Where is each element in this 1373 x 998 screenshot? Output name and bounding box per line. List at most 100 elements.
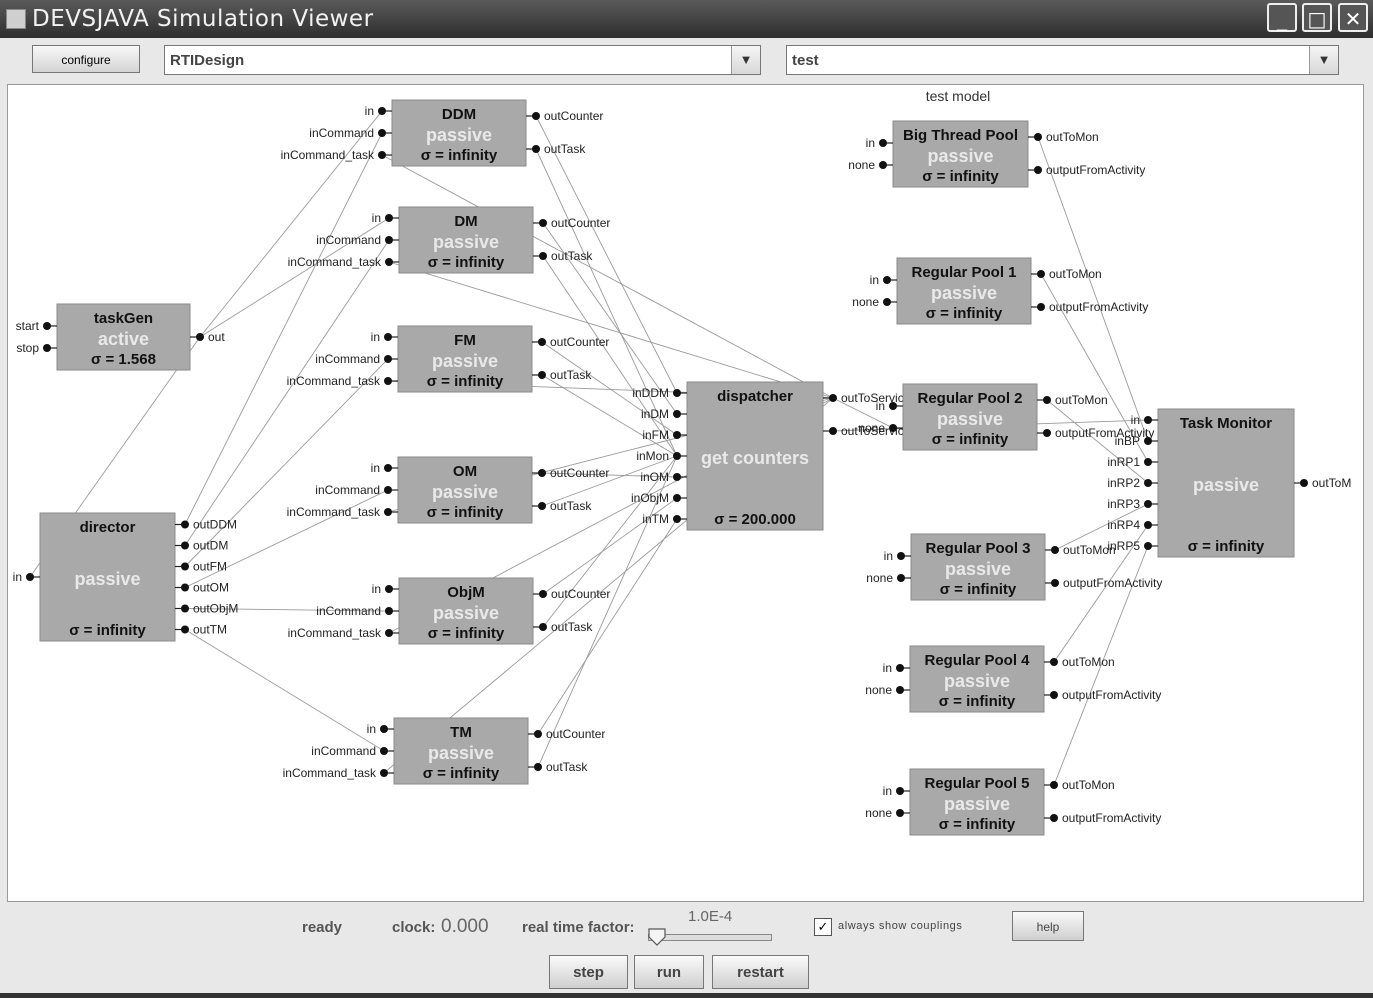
input-port-dot[interactable] — [1144, 437, 1152, 445]
input-port-dot[interactable] — [378, 107, 386, 115]
minimize-button[interactable]: _ — [1267, 3, 1297, 32]
output-port-dot[interactable] — [1051, 579, 1059, 587]
input-port-dot[interactable] — [673, 431, 681, 439]
component-taskgen[interactable]: taskGen active σ = 1.568 start stop out — [16, 303, 226, 371]
output-port-dot[interactable] — [1051, 546, 1059, 554]
input-port-dot[interactable] — [896, 664, 904, 672]
always-show-couplings-checkbox[interactable]: ✓ — [814, 918, 832, 936]
input-port-dot[interactable] — [673, 452, 681, 460]
output-port-dot[interactable] — [534, 763, 542, 771]
input-port-dot[interactable] — [883, 298, 891, 306]
output-port-dot[interactable] — [1050, 658, 1058, 666]
output-port-dot[interactable] — [181, 541, 189, 550]
component-regular-pool-5[interactable]: Regular Pool 5 passive σ = infinity in none o… — [865, 768, 1161, 836]
output-port-dot[interactable] — [532, 145, 540, 153]
input-port-dot[interactable] — [43, 322, 51, 330]
input-port-dot[interactable] — [1144, 500, 1152, 508]
package-select[interactable]: RTIDesign ▼ — [164, 45, 761, 75]
input-port-dot[interactable] — [385, 214, 393, 222]
component-om[interactable]: OM passive σ = infinity in inCommand inComman… — [287, 456, 610, 524]
input-port-dot[interactable] — [378, 151, 386, 159]
output-port-dot[interactable] — [1034, 166, 1042, 174]
output-port-dot[interactable] — [1043, 396, 1051, 404]
output-port-dot[interactable] — [1050, 691, 1058, 699]
input-port-dot[interactable] — [879, 139, 887, 147]
input-port-dot[interactable] — [43, 344, 51, 352]
component-dm[interactable]: DM passive σ = infinity in inCommand inComman… — [288, 206, 611, 274]
input-port-dot[interactable] — [879, 161, 887, 169]
component-regular-pool-4[interactable]: Regular Pool 4 passive σ = infinity in none o… — [865, 645, 1161, 713]
output-port-dot[interactable] — [539, 252, 547, 260]
output-port-dot[interactable] — [538, 338, 546, 346]
component-regular-pool-1[interactable]: Regular Pool 1 passive σ = infinity in none o… — [852, 257, 1148, 325]
output-port-dot[interactable] — [1034, 133, 1042, 141]
input-port-dot[interactable] — [896, 787, 904, 795]
input-port-dot[interactable] — [26, 573, 34, 581]
model-canvas[interactable]: test model DDM passive σ = infinity in inCom… — [7, 84, 1364, 902]
output-port-dot[interactable] — [196, 333, 204, 341]
input-port-dot[interactable] — [384, 486, 392, 494]
input-port-dot[interactable] — [384, 508, 392, 516]
input-port-dot[interactable] — [883, 276, 891, 284]
output-port-dot[interactable] — [538, 469, 546, 477]
input-port-dot[interactable] — [384, 377, 392, 385]
output-port-dot[interactable] — [539, 590, 547, 598]
output-port-dot[interactable] — [181, 625, 189, 634]
output-port-dot[interactable] — [1037, 270, 1045, 278]
output-port-dot[interactable] — [1050, 781, 1058, 789]
output-port-dot[interactable] — [538, 371, 546, 379]
output-port-dot[interactable] — [1050, 814, 1058, 822]
output-port-dot[interactable] — [539, 219, 547, 227]
input-port-dot[interactable] — [673, 473, 681, 481]
input-port-dot[interactable] — [896, 809, 904, 817]
input-port-dot[interactable] — [384, 464, 392, 472]
rtf-slider-track[interactable] — [648, 934, 772, 941]
output-port-dot[interactable] — [534, 730, 542, 738]
output-port-dot[interactable] — [1300, 479, 1308, 487]
input-port-dot[interactable] — [897, 552, 905, 560]
output-port-dot[interactable] — [181, 562, 189, 571]
input-port-dot[interactable] — [896, 686, 904, 694]
input-port-dot[interactable] — [385, 585, 393, 593]
input-port-dot[interactable] — [380, 725, 388, 733]
rtf-slider-thumb[interactable] — [648, 928, 666, 946]
run-button[interactable]: run — [634, 955, 704, 989]
input-port-dot[interactable] — [889, 424, 897, 432]
maximize-button[interactable]: □ — [1302, 3, 1332, 32]
input-port-dot[interactable] — [673, 494, 681, 502]
restart-button[interactable]: restart — [712, 955, 809, 989]
input-port-dot[interactable] — [384, 355, 392, 363]
input-port-dot[interactable] — [673, 515, 681, 523]
output-port-dot[interactable] — [181, 520, 189, 529]
input-port-dot[interactable] — [384, 333, 392, 341]
component-regular-pool-2[interactable]: Regular Pool 2 passive σ = infinity in none o… — [858, 383, 1154, 451]
component-ddm[interactable]: DDM passive σ = infinity in inCommand inComma… — [281, 99, 604, 167]
output-port-dot[interactable] — [538, 502, 546, 510]
help-button[interactable]: help — [1012, 911, 1084, 941]
output-port-dot[interactable] — [181, 604, 189, 613]
input-port-dot[interactable] — [1144, 416, 1152, 424]
component-director[interactable]: director passive σ = infinity in outDDM outDM… — [13, 512, 239, 642]
input-port-dot[interactable] — [889, 402, 897, 410]
output-port-dot[interactable] — [181, 583, 189, 592]
input-port-dot[interactable] — [385, 629, 393, 637]
input-port-dot[interactable] — [673, 389, 681, 397]
model-select[interactable]: test ▼ — [786, 45, 1339, 75]
input-port-dot[interactable] — [1144, 542, 1152, 550]
input-port-dot[interactable] — [385, 236, 393, 244]
input-port-dot[interactable] — [385, 258, 393, 266]
configure-button[interactable]: configure — [32, 45, 140, 73]
output-port-dot[interactable] — [532, 112, 540, 120]
chevron-down-icon[interactable]: ▼ — [731, 46, 760, 74]
output-port-dot[interactable] — [1043, 429, 1051, 437]
input-port-dot[interactable] — [385, 607, 393, 615]
input-port-dot[interactable] — [1144, 479, 1152, 487]
step-button[interactable]: step — [549, 955, 628, 989]
input-port-dot[interactable] — [897, 574, 905, 582]
input-port-dot[interactable] — [380, 747, 388, 755]
output-port-dot[interactable] — [829, 427, 837, 435]
input-port-dot[interactable] — [380, 769, 388, 777]
output-port-dot[interactable] — [1037, 303, 1045, 311]
input-port-dot[interactable] — [378, 129, 386, 137]
input-port-dot[interactable] — [1144, 458, 1152, 466]
